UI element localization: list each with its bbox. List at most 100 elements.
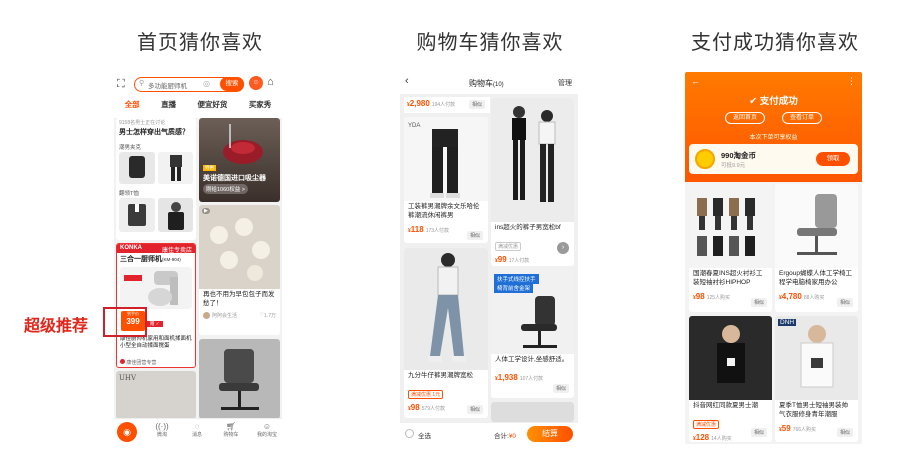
konka-model: (KM-904) xyxy=(162,257,181,262)
uhv-card[interactable]: UHV xyxy=(116,371,196,419)
similar-button[interactable]: 相似 xyxy=(750,428,767,437)
bun-recipe-card[interactable]: ▶ 再也不用为早包包子而发愁了！ 阿阿会生活 ♡ 1.7万 xyxy=(199,205,280,335)
bun-title: 再也不用为早包包子而发愁了！ xyxy=(203,291,275,307)
topic-title: 男士怎样穿出气质感？ xyxy=(119,129,189,136)
message-icon: ◌ xyxy=(194,422,200,431)
tab-buyer-show[interactable]: 买家秀 xyxy=(249,99,272,110)
konka-shop: 康佳团营专营 xyxy=(120,359,156,366)
bun-likes: 1.7万 xyxy=(264,312,276,319)
mascot-icon[interactable]: ☺ xyxy=(249,76,263,90)
coin-card[interactable]: 990淘金币 可抵9.9元 领取 xyxy=(689,144,858,174)
couple-title: ins超火的裤子男宽松bf xyxy=(495,224,561,231)
cart-product-couple[interactable]: ins超火的裤子男宽松bf 满减优惠 ¥99 17人付款 › xyxy=(491,98,574,266)
home-icon[interactable]: ⌂ xyxy=(267,76,274,88)
checkout-button[interactable]: 结算 xyxy=(527,426,573,442)
more-icon[interactable]: ⋮ xyxy=(847,76,856,87)
claim-button[interactable]: 领取 xyxy=(816,152,850,166)
cart-product-next[interactable] xyxy=(491,402,574,422)
similar-button[interactable]: 相似 xyxy=(750,298,767,307)
tshirt-2-title: 夏季T恤男士短袖男装帅气衣服修身青年潮服 xyxy=(779,402,848,418)
pay-success-title: ✔ 支付成功 xyxy=(749,96,798,107)
pay-product-tshirt-1[interactable]: 抖音网红同款夏男士潮 满减优惠 ¥128 14人购买 相似 xyxy=(689,316,772,442)
select-all-checkbox[interactable] xyxy=(405,429,414,438)
check-circle-icon: ✔ xyxy=(749,96,758,107)
konka-desc: 康佳厨师机家用和面机揉面机小型全自动揉面搅蛋 xyxy=(120,336,192,350)
home-header: ⛶ ⚲ 多功能厨师机 ◎ 搜索 ☺ ⌂ 全部 直播 便宜好货 买家秀 xyxy=(114,72,282,118)
cart-title: 购物车(10) xyxy=(469,79,504,88)
topic-meta: 9158名男士正在讨论 xyxy=(119,120,166,126)
search-icon: ⚲ xyxy=(139,80,145,87)
cart-product-jeans[interactable]: 九分牛仔裤男潮牌宽松 满减优惠 1元 ¥98 579人付款 相似 xyxy=(404,248,488,418)
konka-ad-card[interactable]: KONKA 康佳专卖店 三合一厨师机(KM-904) 到手价 399 赠 ✓ 康… xyxy=(116,243,196,368)
outfit-image[interactable] xyxy=(157,152,193,184)
similar-button[interactable]: 相似 xyxy=(466,405,483,414)
pay-product-chair[interactable]: Ergoup蝴蝶人体工学椅工程学电脑椅家用办公 ¥4,780 88人购买 相似 xyxy=(775,184,858,312)
bun-image: ▶ xyxy=(199,205,280,289)
scan-icon[interactable]: ⛶ xyxy=(117,78,125,91)
shop-icon xyxy=(120,359,125,364)
camera-icon[interactable]: ◎ xyxy=(203,79,210,88)
pants-image: YDA xyxy=(404,117,488,201)
cart-top-price-row: ¥2,980 194人付款 相似 xyxy=(404,97,490,113)
search-button[interactable]: 搜索 xyxy=(220,77,244,91)
chair-card[interactable] xyxy=(199,339,280,419)
dnh-logo: DNH xyxy=(778,319,797,326)
tab-all[interactable]: 全部 xyxy=(125,99,140,110)
callout-highlight-box xyxy=(103,307,147,337)
home-tab-icon[interactable]: ◉ xyxy=(117,422,137,442)
back-home-button[interactable]: 返回首页 xyxy=(725,112,765,124)
chair-image xyxy=(199,339,280,419)
search-input[interactable]: 多功能厨师机 xyxy=(148,80,187,90)
vacuum-subtitle[interactable]: 刚给1060权益 > xyxy=(203,184,248,194)
cart-icon: 🛒︎ xyxy=(225,422,237,431)
konka-store-label: 康佳专卖店 xyxy=(161,248,192,254)
coin-title: 990淘金币 xyxy=(721,151,757,160)
pay-product-shirts[interactable]: 国潮春夏INS超火衬衫工装短袖衬衫HIPHOP ¥98 125人购买 相似 xyxy=(689,184,772,312)
cart-bottom-bar: 全选 合计:¥0 结算 xyxy=(400,422,578,444)
similar-button[interactable]: 相似 xyxy=(552,384,569,393)
nav-my-taobao[interactable]: ☺ 我的淘宝 xyxy=(254,422,280,438)
jeans-title: 九分牛仔裤男潮牌宽松 xyxy=(408,372,473,379)
polo-image-2[interactable] xyxy=(157,198,193,232)
bun-user: 阿阿会生活 xyxy=(212,312,238,319)
polo-image-1[interactable] xyxy=(119,198,155,232)
back-icon[interactable]: ‹ xyxy=(405,75,409,87)
cart-product-pants[interactable]: YDA 工装裤男潮牌余文乐哈伦裤潮流休闲裤男 ¥118 173人付款 相似 xyxy=(404,117,488,243)
jacket-image[interactable] xyxy=(119,152,155,184)
similar-button[interactable]: 相似 xyxy=(466,231,483,240)
fashion-topic-card[interactable]: 9158名男士正在讨论 男士怎样穿出气质感？ 潮男夹克 翻领T恤 xyxy=(116,118,196,240)
next-arrow-icon[interactable]: › xyxy=(557,242,569,254)
couple-image xyxy=(491,98,574,222)
tab-cheap[interactable]: 便宜好货 xyxy=(197,99,227,110)
user-icon: ☺ xyxy=(262,422,272,431)
topic-section-polo: 翻领T恤 xyxy=(119,191,139,197)
select-all-label: 全选 xyxy=(418,433,431,440)
pay-header: ← ⋮ ✔ 支付成功 返回首页 查看订单 本次下单可享权益 990淘金币 可抵9… xyxy=(685,72,862,182)
chair-image: 扶手式线控扶手 椅背前舍金架 xyxy=(491,270,574,354)
search-bar[interactable]: ⚲ 多功能厨师机 ◎ 搜索 xyxy=(134,77,244,92)
similar-button[interactable]: 相似 xyxy=(836,298,853,307)
tshirt-1-title: 抖音网红同款夏男士潮 xyxy=(693,402,758,409)
super-recommend-callout: 超级推荐 xyxy=(24,316,89,335)
tshirt-1-image xyxy=(689,316,772,400)
nav-weitao[interactable]: ((·)) 微淘 xyxy=(152,422,172,438)
pay-column-title: 支付成功猜你喜欢 xyxy=(691,30,859,54)
pay-product-tshirt-2[interactable]: DNH 夏季T恤男士短袖男装帅气衣服修身青年潮服 ¥59 766人购买 相似 xyxy=(775,316,858,442)
nav-messages[interactable]: ◌ 消息 xyxy=(187,422,207,438)
back-icon[interactable]: ← xyxy=(691,76,700,86)
manage-button[interactable]: 管理 xyxy=(558,78,572,88)
similar-button[interactable]: 相似 xyxy=(836,428,853,437)
top-price: ¥2,980 xyxy=(407,99,430,108)
cart-column-title: 购物车猜你喜欢 xyxy=(416,30,564,54)
vacuum-ad-card[interactable]: 特惠 美诺德国进口吸尘器 刚给1060权益 > xyxy=(199,118,280,202)
view-order-button[interactable]: 查看订单 xyxy=(782,112,822,124)
tab-live[interactable]: 直播 xyxy=(161,99,176,110)
nav-cart[interactable]: 🛒︎ 购物车 xyxy=(220,422,242,438)
cart-product-chair[interactable]: 扶手式线控扶手 椅背前舍金架 人体工学设计,坐感舒适。 ¥1,938 107人付款… xyxy=(491,270,574,398)
topic-section-jackets: 潮男夹克 xyxy=(119,145,142,151)
tshirt-1-tag: 满减优惠 xyxy=(693,419,720,429)
chair-title: 人体工学设计,坐感舒适。 xyxy=(495,356,569,363)
similar-button[interactable]: 相似 xyxy=(468,100,485,109)
home-tabs: 全部 直播 便宜好货 买家秀 xyxy=(114,99,282,110)
uhv-image: UHV xyxy=(116,371,196,419)
